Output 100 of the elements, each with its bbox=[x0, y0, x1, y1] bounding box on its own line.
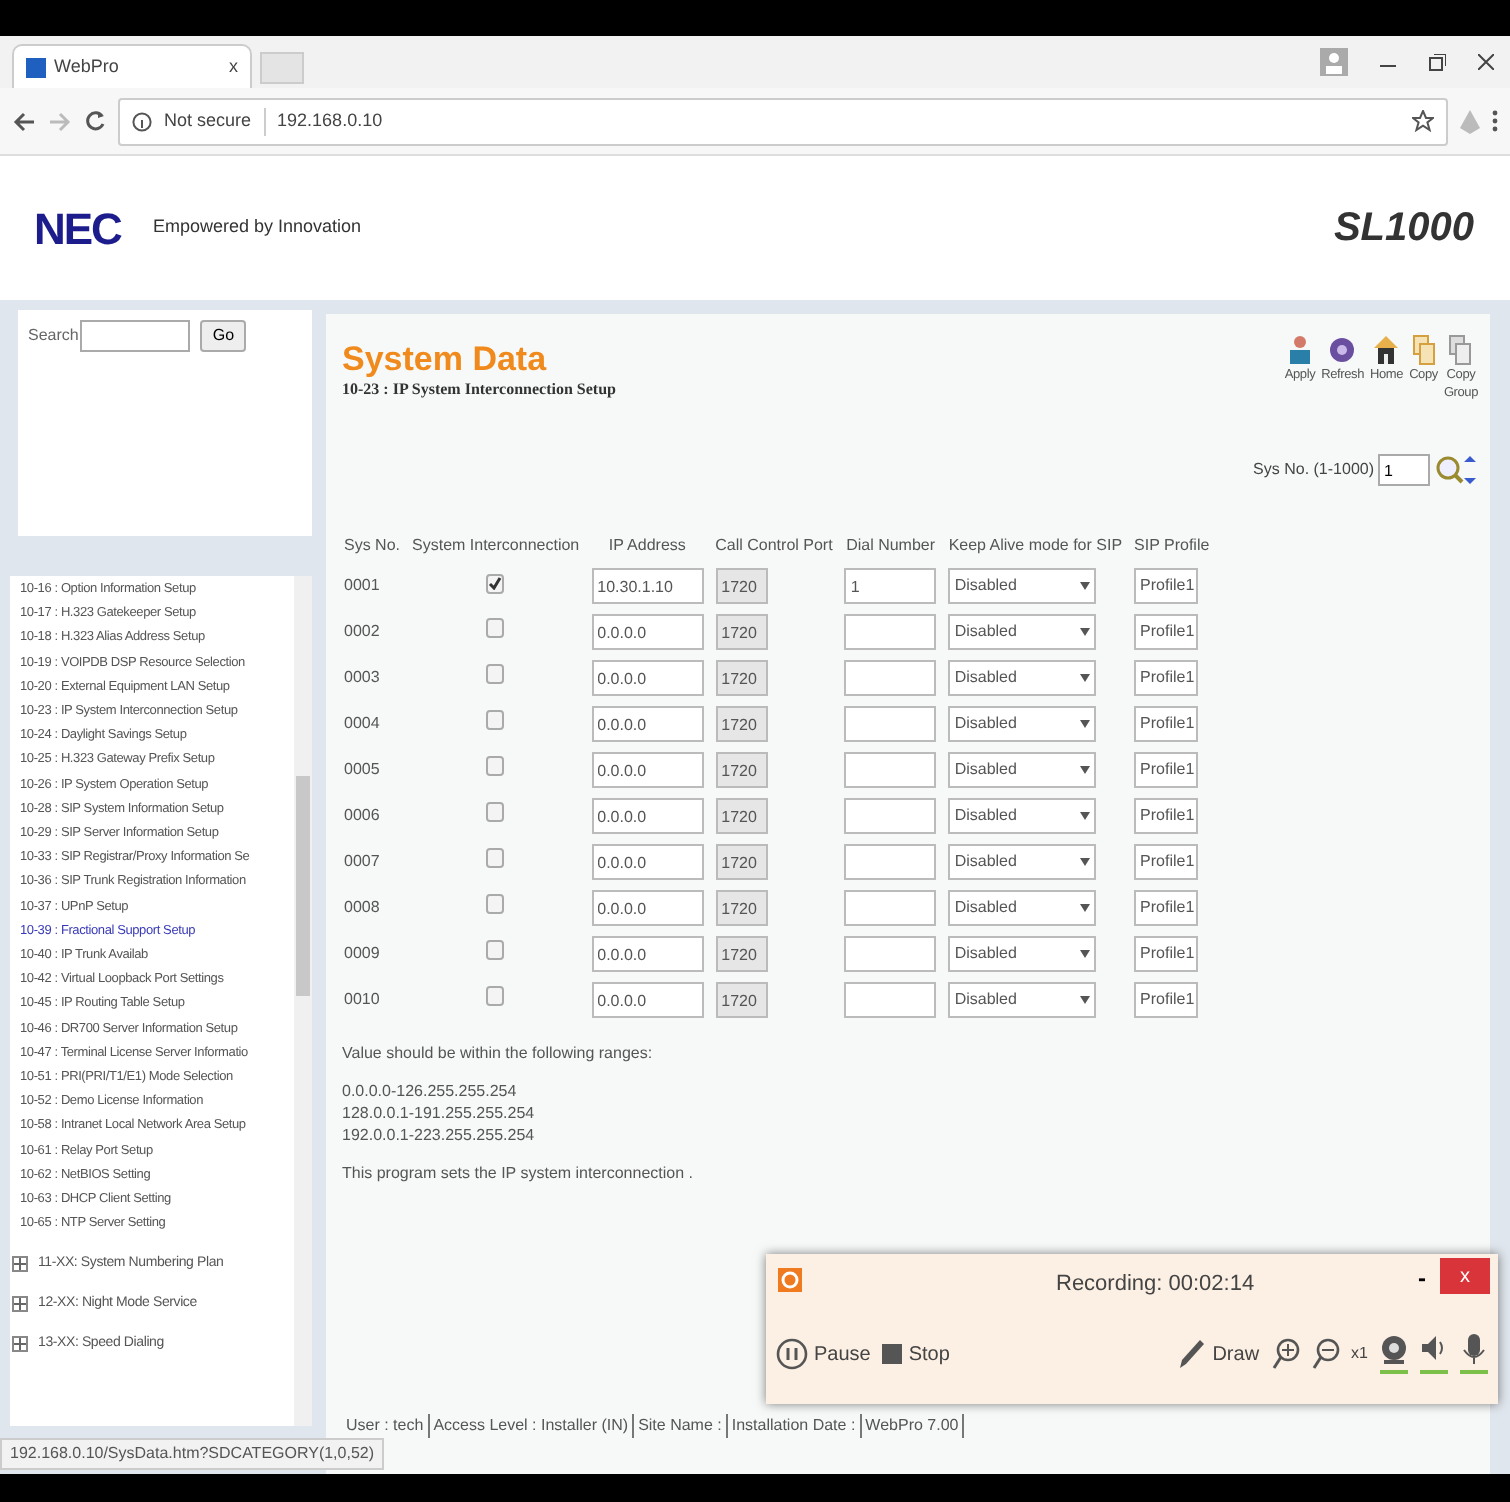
copy-icon bbox=[1409, 334, 1438, 366]
star-icon[interactable] bbox=[1412, 110, 1434, 132]
port-field[interactable]: 1720 bbox=[715, 660, 768, 696]
sip-profile-select[interactable]: Profile1 bbox=[1134, 982, 1199, 1018]
dial-number-field[interactable] bbox=[844, 660, 937, 696]
checkbox[interactable] bbox=[486, 618, 505, 638]
ip-address-field[interactable]: 0.0.0.0 bbox=[591, 752, 704, 788]
dial-number-field[interactable] bbox=[844, 890, 937, 926]
ip-address-field[interactable]: 0.0.0.0 bbox=[591, 614, 704, 650]
go-button[interactable]: Go bbox=[200, 320, 247, 352]
port-field[interactable]: 1720 bbox=[715, 706, 768, 742]
ip-address-field[interactable]: 0.0.0.0 bbox=[591, 982, 704, 1018]
keep-alive-select[interactable]: Disabled bbox=[948, 568, 1097, 604]
ip-address-field[interactable]: 0.0.0.0 bbox=[591, 798, 704, 834]
checkbox[interactable] bbox=[486, 848, 505, 868]
dial-number-field[interactable] bbox=[844, 798, 937, 834]
dial-number-field[interactable] bbox=[844, 752, 937, 788]
scrollbar[interactable] bbox=[294, 576, 312, 1426]
sip-profile-select[interactable]: Profile1 bbox=[1134, 706, 1199, 742]
ip-address-field[interactable]: 0.0.0.0 bbox=[591, 660, 704, 696]
column-header: SIP Profile bbox=[1132, 534, 1212, 558]
port-field[interactable]: 1720 bbox=[715, 936, 768, 972]
keep-alive-select[interactable]: Disabled bbox=[948, 614, 1097, 650]
zoom-in-icon[interactable] bbox=[1271, 1338, 1300, 1370]
webcam-icon[interactable] bbox=[1380, 1334, 1408, 1374]
ip-address-field[interactable]: 0.0.0.0 bbox=[591, 844, 704, 880]
port-field[interactable]: 1720 bbox=[715, 890, 768, 926]
checkbox[interactable] bbox=[486, 756, 505, 776]
reload-icon[interactable] bbox=[84, 110, 106, 132]
restore-icon[interactable] bbox=[1428, 53, 1446, 71]
pause-button[interactable]: Pause bbox=[776, 1338, 871, 1370]
address-bar[interactable]: Not secure 192.168.0.10 bbox=[118, 97, 1448, 145]
dial-number-field[interactable] bbox=[844, 982, 937, 1018]
microphone-icon[interactable] bbox=[1460, 1334, 1488, 1374]
checkbox[interactable] bbox=[486, 940, 505, 960]
port-field[interactable]: 1720 bbox=[715, 844, 768, 880]
port-field[interactable]: 1720 bbox=[715, 568, 768, 604]
table-cell: 0003 bbox=[344, 668, 380, 686]
recording-timer: Recording: 00:02:14 bbox=[1056, 1270, 1255, 1300]
footer-info: WebPro 7.00 bbox=[861, 1414, 965, 1438]
dial-number-field[interactable] bbox=[844, 844, 937, 880]
port-field[interactable]: 1720 bbox=[715, 752, 768, 788]
dropdown-arrow-icon bbox=[1080, 720, 1091, 728]
menu-icon[interactable] bbox=[1492, 110, 1498, 132]
checkbox[interactable] bbox=[486, 710, 505, 730]
checkbox[interactable] bbox=[486, 573, 505, 594]
keep-alive-select[interactable]: Disabled bbox=[948, 798, 1097, 834]
keep-alive-select[interactable]: Disabled bbox=[948, 982, 1097, 1018]
keep-alive-select[interactable]: Disabled bbox=[948, 844, 1097, 880]
sip-profile-select[interactable]: Profile1 bbox=[1134, 936, 1199, 972]
dial-number-field[interactable]: 1 bbox=[844, 568, 937, 604]
minimize-button[interactable]: - bbox=[1418, 1260, 1426, 1296]
sip-profile-select[interactable]: Profile1 bbox=[1134, 844, 1199, 880]
profile-icon[interactable] bbox=[1320, 48, 1348, 76]
port-field[interactable]: 1720 bbox=[715, 798, 768, 834]
forward-icon[interactable] bbox=[48, 111, 72, 131]
sip-profile-select[interactable]: Profile1 bbox=[1134, 798, 1199, 834]
dial-number-field[interactable] bbox=[844, 706, 937, 742]
ip-address-field[interactable]: 10.30.1.10 bbox=[591, 568, 704, 604]
keep-alive-select[interactable]: Disabled bbox=[948, 706, 1097, 742]
sip-profile-select[interactable]: Profile1 bbox=[1134, 660, 1199, 696]
sys-no-field[interactable]: 1 bbox=[1378, 454, 1430, 486]
ip-address-field[interactable]: 0.0.0.0 bbox=[591, 706, 704, 742]
close-button[interactable]: x bbox=[1440, 1258, 1490, 1294]
expand-icon[interactable] bbox=[12, 1296, 28, 1313]
keep-alive-select[interactable]: Disabled bbox=[948, 890, 1097, 926]
tab-close-button[interactable]: x bbox=[229, 53, 238, 81]
search-icon[interactable] bbox=[1434, 454, 1478, 486]
back-icon[interactable] bbox=[12, 111, 36, 131]
ip-address-field[interactable]: 0.0.0.0 bbox=[591, 936, 704, 972]
zoom-out-icon[interactable] bbox=[1311, 1338, 1340, 1370]
speaker-icon[interactable] bbox=[1420, 1334, 1448, 1374]
checkbox[interactable] bbox=[486, 894, 505, 914]
sip-profile-select[interactable]: Profile1 bbox=[1134, 614, 1199, 650]
sip-profile-select[interactable]: Profile1 bbox=[1134, 890, 1199, 926]
search-field[interactable] bbox=[80, 320, 191, 352]
expand-icon[interactable] bbox=[12, 1256, 28, 1273]
dropdown-arrow-icon bbox=[1080, 582, 1091, 590]
draw-button[interactable]: Draw bbox=[1178, 1338, 1260, 1370]
sip-profile-select[interactable]: Profile1 bbox=[1134, 568, 1199, 604]
ip-address-field[interactable]: 0.0.0.0 bbox=[591, 890, 704, 926]
dial-number-field[interactable] bbox=[844, 936, 937, 972]
close-icon[interactable] bbox=[1478, 54, 1494, 70]
sip-profile-select[interactable]: Profile1 bbox=[1134, 752, 1199, 788]
checkbox[interactable] bbox=[486, 802, 505, 822]
port-field[interactable]: 1720 bbox=[715, 982, 768, 1018]
zoom-level: x1 bbox=[1351, 1342, 1368, 1366]
stop-button[interactable]: Stop bbox=[882, 1339, 950, 1369]
extension-icon[interactable] bbox=[1460, 109, 1480, 133]
port-field[interactable]: 1720 bbox=[715, 614, 768, 650]
checkbox[interactable] bbox=[486, 986, 505, 1006]
new-tab-button[interactable] bbox=[260, 52, 304, 84]
keep-alive-select[interactable]: Disabled bbox=[948, 752, 1097, 788]
page-title: System Data bbox=[342, 342, 547, 378]
expand-icon[interactable] bbox=[12, 1336, 28, 1353]
checkbox[interactable] bbox=[486, 664, 505, 684]
keep-alive-select[interactable]: Disabled bbox=[948, 660, 1097, 696]
keep-alive-select[interactable]: Disabled bbox=[948, 936, 1097, 972]
dial-number-field[interactable] bbox=[844, 614, 937, 650]
browser-tab[interactable]: WebPro x bbox=[12, 44, 252, 88]
